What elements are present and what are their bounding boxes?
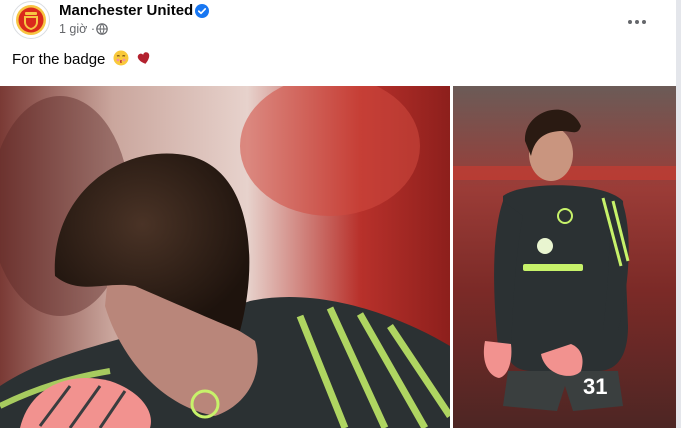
goalkeeper-kissing-badge-image (0, 86, 450, 428)
post-timestamp[interactable]: 1 giờ · (59, 22, 95, 36)
shirt-number: 31 (583, 374, 608, 399)
caption-text: For the badge (12, 51, 106, 68)
more-options-icon[interactable] (622, 6, 652, 36)
post-photo-secondary[interactable]: 31 (453, 86, 676, 428)
goalkeeper-standing-image (453, 86, 676, 428)
verified-badge-icon (195, 4, 209, 18)
post-card: Manchester United 1 giờ · For the badge (0, 0, 676, 428)
page-scroll-edge (676, 0, 681, 428)
post-photo-main[interactable] (0, 86, 450, 428)
page-name-link[interactable]: Manchester United (59, 2, 193, 19)
red-heart-icon (137, 52, 149, 64)
page-avatar[interactable] (12, 1, 50, 39)
kiss-emoji-icon (113, 50, 129, 66)
globe-icon (96, 23, 108, 35)
post-header: Manchester United 1 giờ · (12, 0, 662, 40)
club-crest-icon (16, 5, 46, 35)
post-caption: For the badge (12, 50, 152, 68)
